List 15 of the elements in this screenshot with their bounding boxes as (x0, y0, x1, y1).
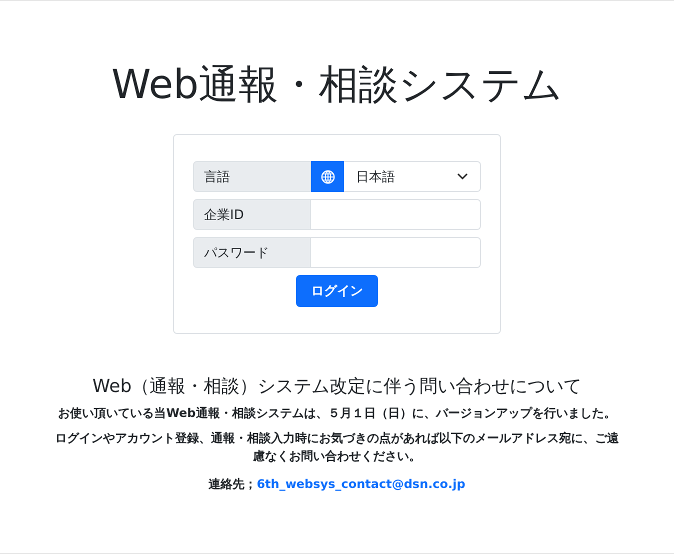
globe-icon (311, 161, 344, 192)
notice-text: ログインやアカウント登録、通報・相談入力時にお気づきの点があれば以下のメールアドレス宛に、ご遠慮なくお問い合わせください。 (54, 430, 620, 466)
chevron-icon (457, 173, 468, 180)
field-label: パスワード (193, 237, 311, 268)
contact-label: 連絡先； (208, 476, 257, 491)
language-select[interactable]: 日本語 (344, 161, 481, 192)
field-label: 言語 (193, 161, 311, 192)
email-link[interactable]: 6th_websys_contact@dsn.co.jp (256, 476, 466, 491)
company-id-field[interactable] (311, 199, 481, 230)
notice-text: お使い頂いている当Web通報・相談システムは、５月１日（日）に、バージョンアップを行いました。 (57, 405, 617, 422)
login-button[interactable]: ログイン (296, 275, 378, 307)
field-label: 企業ID (193, 199, 311, 230)
password-field[interactable] (311, 237, 481, 268)
notice-heading: Web（通報・相談）システム改定に伴う問い合わせについて (92, 375, 582, 398)
page-title: Web通報・相談システム (111, 61, 563, 110)
